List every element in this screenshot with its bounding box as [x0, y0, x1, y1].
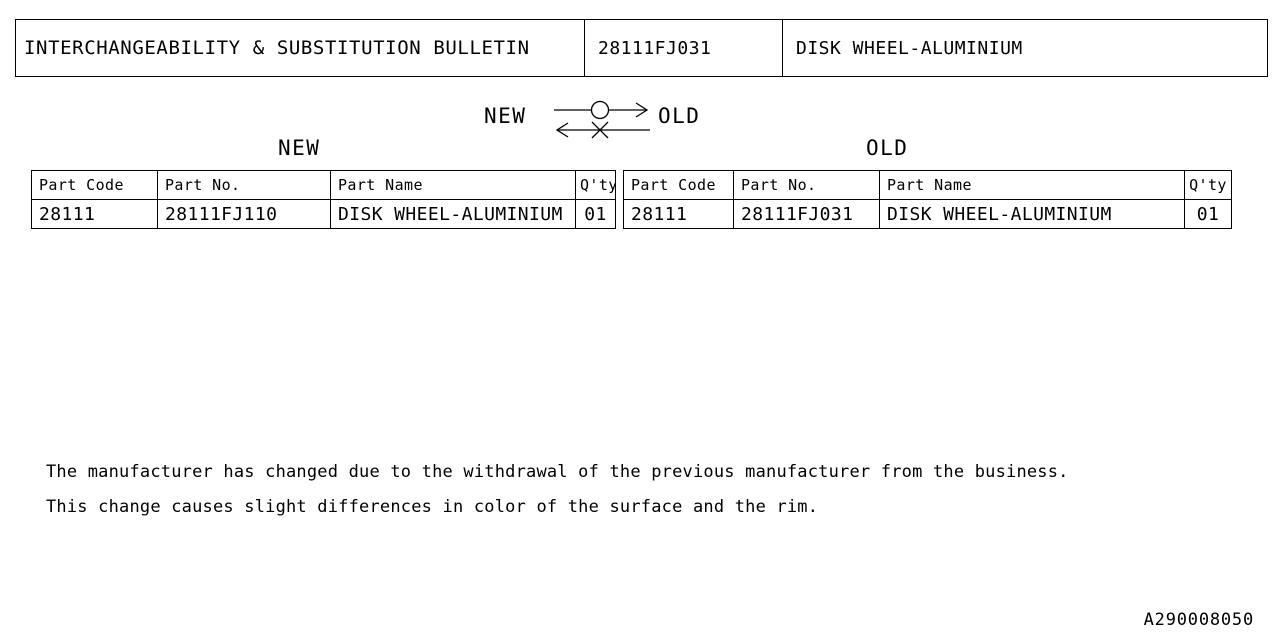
document-code: A290008050: [1143, 610, 1254, 630]
new-part-table: Part Code Part No. Part Name Q'ty 28111 …: [31, 170, 616, 229]
header-part-number: 28111FJ031: [585, 20, 783, 76]
new-part-no: 28111FJ110: [157, 199, 331, 229]
old-part-code: 28111: [623, 199, 734, 229]
table-header-row: Part Code Part No. Part Name Q'ty: [623, 170, 1232, 200]
interchange-symbol-old-label: OLD: [658, 104, 701, 128]
note-line-1: The manufacturer has changed due to the …: [46, 462, 1069, 482]
new-part-name: DISK WHEEL-ALUMINIUM: [330, 199, 576, 229]
bulletin-header-box: INTERCHANGEABILITY & SUBSTITUTION BULLET…: [15, 19, 1268, 77]
old-part-qty: 01: [1184, 199, 1232, 229]
column-header-part-name: Part Name: [330, 170, 576, 200]
new-section-caption: NEW: [278, 136, 321, 160]
table-header-row: Part Code Part No. Part Name Q'ty: [31, 170, 616, 200]
column-header-qty: Q'ty: [575, 170, 616, 200]
table-separator-gap: [616, 170, 623, 229]
old-part-table: Part Code Part No. Part Name Q'ty 28111 …: [623, 170, 1232, 229]
table-row: 28111 28111FJ031 DISK WHEEL-ALUMINIUM 01: [623, 199, 1232, 229]
note-line-2: This change causes slight differences in…: [46, 497, 819, 517]
column-header-qty: Q'ty: [1184, 170, 1232, 200]
interchange-symbol: NEW OLD: [484, 100, 714, 140]
new-part-code: 28111: [31, 199, 158, 229]
old-part-name: DISK WHEEL-ALUMINIUM: [879, 199, 1185, 229]
column-header-part-no: Part No.: [733, 170, 880, 200]
interchange-symbol-new-label: NEW: [484, 104, 527, 128]
old-part-no: 28111FJ031: [733, 199, 880, 229]
bulletin-notes: The manufacturer has changed due to the …: [46, 455, 1166, 525]
part-comparison-tables: Part Code Part No. Part Name Q'ty 28111 …: [31, 170, 1232, 229]
table-row: 28111 28111FJ110 DISK WHEEL-ALUMINIUM 01: [31, 199, 616, 229]
bulletin-title: INTERCHANGEABILITY & SUBSTITUTION BULLET…: [16, 20, 585, 76]
column-header-part-name: Part Name: [879, 170, 1185, 200]
new-part-qty: 01: [575, 199, 616, 229]
interchange-arrows-icon: [554, 100, 650, 139]
header-part-name: DISK WHEEL-ALUMINIUM: [796, 37, 1023, 59]
column-header-part-code: Part Code: [623, 170, 734, 200]
column-header-part-no: Part No.: [157, 170, 331, 200]
old-section-caption: OLD: [866, 136, 909, 160]
column-header-part-code: Part Code: [31, 170, 158, 200]
